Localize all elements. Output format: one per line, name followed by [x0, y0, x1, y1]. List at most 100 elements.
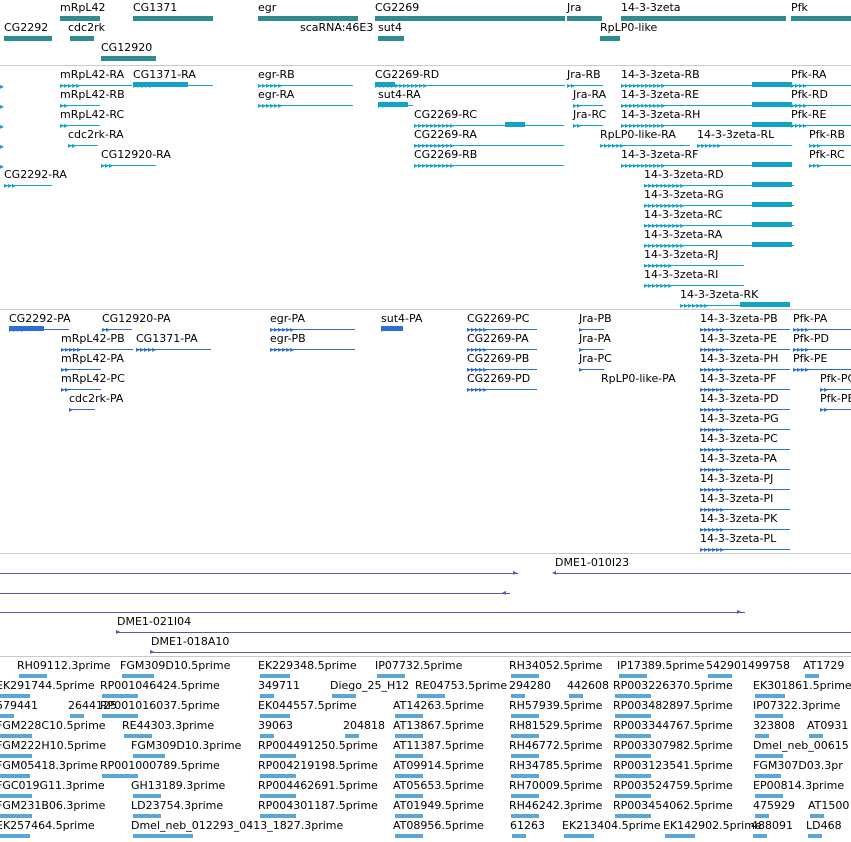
feature-label-14-3-3zeta-rc[interactable]: 14-3-3zeta-RC [644, 209, 722, 221]
feature-label-mrpl42-pb[interactable]: mRpL42-PB [61, 333, 125, 345]
exon-block-14-3-3zeta-rb[interactable] [752, 82, 792, 87]
feature-label-488091[interactable]: 488091 [751, 820, 793, 832]
feature-label-jra-ra[interactable]: Jra-RA [573, 89, 606, 101]
exon-block-14-3-3zeta-rc[interactable] [752, 222, 792, 227]
feature-label-cdc2rk-ra[interactable]: cdc2rk-RA [68, 129, 124, 141]
feature-label-rh57939-5prime[interactable]: RH57939.5prime [509, 700, 602, 712]
bac-line-dme1-021i04[interactable] [118, 632, 851, 633]
feature-label-14-3-3zeta-pb[interactable]: 14-3-3zeta-PB [700, 313, 778, 325]
feature-label-mrpl42-pa[interactable]: mRpL42-PA [61, 353, 124, 365]
est-bar-ek213404-5prime[interactable] [564, 834, 594, 838]
est-bar-rp004462691-5prime[interactable] [260, 794, 296, 798]
exon-block-cg2292-pa[interactable] [9, 326, 44, 331]
exon-block-sut4-pa[interactable] [381, 326, 403, 331]
feature-label-14-3-3zeta-pc[interactable]: 14-3-3zeta-PC [700, 433, 778, 445]
feature-label-ek229348-5prime[interactable]: EK229348.5prime [258, 660, 357, 672]
feature-label-14-3-3zeta[interactable]: 14-3-3zeta [621, 2, 681, 14]
feature-label-14-3-3zeta-pg[interactable]: 14-3-3zeta-PG [700, 413, 779, 425]
feature-label-ep00814-3prime[interactable]: EP00814.3prime [753, 780, 844, 792]
feature-label-rh09112-3prime[interactable]: RH09112.3prime [17, 660, 110, 672]
feature-label-ek142902-5prime[interactable]: EK142902.5prime [663, 820, 762, 832]
bac-line-dme1-018a10[interactable] [152, 652, 851, 653]
feature-label-fgm228c10-5prime[interactable]: FGM228C10.5prime [0, 720, 106, 732]
feature-label-rh46242-3prime[interactable]: RH46242.3prime [509, 800, 602, 812]
est-bar-gh13189-3prime[interactable] [133, 794, 161, 798]
feature-label-fgc019g11-3prime[interactable]: FGC019G11.3prime [0, 780, 105, 792]
feature-label-475929[interactable]: 475929 [753, 800, 795, 812]
feature-label-ip17389-5prime[interactable]: IP17389.5prime [617, 660, 704, 672]
est-bar-fgm309d10-3prime[interactable] [133, 754, 165, 758]
est-bar-re44303-3prime[interactable] [124, 734, 152, 738]
est-bar-re04753-5prime[interactable] [417, 694, 445, 698]
feature-label-14-3-3zeta-pf[interactable]: 14-3-3zeta-PF [700, 373, 776, 385]
feature-label-cg2292[interactable]: CG2292 [4, 22, 48, 34]
feature-label-at1729[interactable]: AT1729 [803, 660, 844, 672]
est-bar-ek301861-5prime[interactable] [755, 694, 785, 698]
est-bar-fgm222h10-5prime[interactable] [0, 754, 32, 758]
feature-label-rh34785-5prime[interactable]: RH34785.5prime [509, 760, 602, 772]
exon-block-14-3-3zeta-rd[interactable] [752, 182, 792, 187]
gene-bar-rplp0-like[interactable] [600, 36, 620, 41]
feature-label-jra-rb[interactable]: Jra-RB [567, 69, 601, 81]
feature-label-rp003524759-5prime[interactable]: RP003524759.5prime [613, 780, 733, 792]
feature-label-cdc2rk[interactable]: cdc2rk [68, 22, 105, 34]
gene-bar-cdc2rk[interactable] [70, 36, 94, 41]
est-bar-diego-25-h12[interactable] [332, 694, 356, 698]
est-bar-rh57939-5prime[interactable] [511, 714, 539, 718]
feature-label-cg12920[interactable]: CG12920 [101, 42, 152, 54]
est-bar-rp003123541-5prime[interactable] [615, 774, 651, 778]
est-bar-rh46772-5prime[interactable] [511, 754, 539, 758]
gene-bar-sut4[interactable] [378, 36, 404, 41]
est-bar-rp001046424-5prime[interactable] [102, 694, 138, 698]
feature-label-14-3-3zeta-pk[interactable]: 14-3-3zeta-PK [700, 513, 777, 525]
est-bar-at08956-5prime[interactable] [395, 834, 423, 838]
est-bar-ip07322-3prime[interactable] [755, 714, 783, 718]
feature-label-39063[interactable]: 39063 [258, 720, 293, 732]
exon-block-cg1371-ra[interactable] [133, 82, 188, 87]
est-bar-204818[interactable] [345, 734, 359, 738]
feature-label-14-3-3zeta-rl[interactable]: 14-3-3zeta-RL [697, 129, 774, 141]
est-bar-rp003226370-5prime[interactable] [615, 694, 651, 698]
est-bar-323808[interactable] [755, 734, 769, 738]
feature-label-sut4-ra[interactable]: sut4-RA [378, 89, 421, 101]
feature-label-442608[interactable]: 442608 [567, 680, 609, 692]
feature-label-rp003123541-5prime[interactable]: RP003123541.5prime [613, 760, 733, 772]
feature-label-rplp0-like-pa[interactable]: RpLP0-like-PA [601, 373, 676, 385]
feature-label-dmel-neb-00615[interactable]: Dmel_neb_00615 [753, 740, 849, 752]
feature-label-rp001016037-5prime[interactable]: RP001016037.5prime [100, 700, 220, 712]
feature-label-re44303-3prime[interactable]: RE44303.3prime [122, 720, 214, 732]
feature-label-14-3-3zeta-re[interactable]: 14-3-3zeta-RE [621, 89, 699, 101]
exon-block-14-3-3zeta-rh[interactable] [752, 122, 792, 127]
est-bar-rh34785-5prime[interactable] [511, 774, 539, 778]
est-bar-rp003482897-5prime[interactable] [615, 714, 651, 718]
est-bar-ek044557-5prime[interactable] [260, 714, 290, 718]
feature-label-egr-pa[interactable]: egr-PA [270, 313, 305, 325]
feature-label-fgm231b06-3prime[interactable]: FGM231B06.3prime [0, 800, 105, 812]
est-bar-rh81529-5prime[interactable] [511, 734, 539, 738]
feature-label-pfk-rd[interactable]: Pfk-RD [791, 89, 828, 101]
feature-label-61263[interactable]: 61263 [510, 820, 545, 832]
feature-label-egr-ra[interactable]: egr-RA [258, 89, 294, 101]
feature-label-pfk-re[interactable]: Pfk-RE [791, 109, 826, 121]
feature-label-at11387-5prime[interactable]: AT11387.5prime [393, 740, 484, 752]
est-bar-fgm05418-3prime[interactable] [0, 774, 30, 778]
feature-label-cg2269-ra[interactable]: CG2269-RA [414, 129, 477, 141]
exon-block-14-3-3zeta-rg[interactable] [752, 202, 792, 207]
feature-label-rh70009-5prime[interactable]: RH70009.5prime [509, 780, 602, 792]
est-bar-dmel-neb-012293-0413-1827-3prime[interactable] [133, 834, 193, 838]
feature-label-cg12920-pa[interactable]: CG12920-PA [102, 313, 171, 325]
est-bar-rp003454062-5prime[interactable] [615, 814, 651, 818]
feature-label-mrpl42[interactable]: mRpL42 [60, 2, 105, 14]
est-bar-rh70009-5prime[interactable] [511, 794, 539, 798]
feature-label-jra[interactable]: Jra [567, 2, 582, 14]
feature-label-scarna-46e3[interactable]: scaRNA:46E3 [300, 22, 373, 34]
est-bar-rp004491250-5prime[interactable] [260, 754, 296, 758]
feature-label-14-3-3zeta-rk[interactable]: 14-3-3zeta-RK [680, 289, 758, 301]
exon-block-cg2269-rd[interactable] [375, 82, 395, 87]
feature-label-ip07322-3prime[interactable]: IP07322.3prime [753, 700, 840, 712]
feature-label-egr-pb[interactable]: egr-PB [270, 333, 306, 345]
est-bar-61263[interactable] [512, 834, 526, 838]
feature-label-cg2292-pa[interactable]: CG2292-PA [9, 313, 71, 325]
gene-bar-cg2269[interactable] [375, 16, 565, 21]
est-bar-at09914-5prime[interactable] [395, 774, 423, 778]
